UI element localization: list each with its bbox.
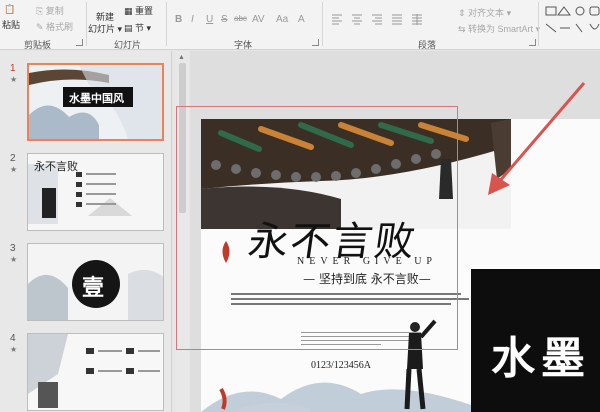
bold-icon[interactable]: B (175, 14, 182, 25)
paste-button[interactable]: 粘贴 (2, 18, 20, 31)
divider (322, 2, 323, 46)
slides-group-label: 幻灯片 (114, 40, 142, 50)
scroll-up-icon[interactable]: ▲ (178, 54, 185, 61)
new-slide-button[interactable]: 幻灯片 ▾ (88, 22, 122, 35)
font-color-icon[interactable]: A (298, 14, 305, 25)
slide-thumbnail-pane: 1 ★ 水墨中国风 2 ★ 永不言败 3 ★ 壹 4 ★ (0, 51, 172, 412)
slide-thumbnail-3[interactable]: 壹 (27, 243, 164, 321)
paragraph-align-icons[interactable] (330, 12, 460, 26)
font-launcher[interactable] (312, 39, 319, 46)
slide-number: 4 (10, 333, 16, 344)
reset-button[interactable]: ▦ 重置 (124, 4, 153, 17)
new-slide-label-2: 幻灯片 (88, 24, 116, 34)
section-label: 节 (135, 23, 145, 33)
copy-button[interactable]: ⎘ 复制 (36, 4, 64, 17)
format-painter-button[interactable]: ✎ 格式刷 (36, 20, 73, 33)
align-text-button[interactable]: ⇕ 对齐文本 ▾ (458, 6, 511, 19)
clipboard-group-label: 剪贴板 (24, 40, 52, 50)
selection-rectangle[interactable] (176, 106, 458, 350)
slide-thumbnail-4[interactable] (27, 333, 164, 411)
slide-thumbnail-1[interactable]: 水墨中国风 (27, 63, 164, 141)
convert-smartart-button[interactable]: ⇆ 转换为 SmartArt ▾ (458, 22, 540, 35)
slide-3-title: 壹 (82, 275, 105, 301)
shadow-icon[interactable]: S (221, 14, 228, 25)
convert-smartart-label: 转换为 SmartArt (468, 24, 534, 34)
slide-number: 3 (10, 243, 16, 254)
animation-star-icon: ★ (10, 75, 18, 84)
slide-4-preview (28, 334, 163, 410)
format-painter-label: 格式刷 (46, 22, 74, 32)
underline-icon[interactable]: U (206, 14, 213, 25)
paragraph-launcher[interactable] (529, 39, 536, 46)
animation-star-icon: ★ (10, 165, 18, 174)
shapes-gallery[interactable] (544, 4, 600, 38)
align-text-label: 对齐文本 (468, 8, 505, 18)
divider (166, 2, 167, 46)
strikethrough-icon[interactable]: abc (234, 14, 247, 23)
change-case-icon[interactable]: Aa (276, 14, 288, 25)
italic-icon[interactable]: I (191, 14, 194, 25)
clipboard-launcher[interactable] (76, 39, 83, 46)
annotation-arrow (488, 82, 586, 195)
slide-title-fragment: 水墨 (491, 333, 591, 384)
slide-1-title: 水墨中国风 (69, 92, 124, 105)
slide-2-title: 永不言败 (34, 160, 78, 173)
ribbon: 📋 粘贴 ⎘ 复制 ✎ 格式刷 剪贴板 新建 幻灯片 ▾ ▦ 重置 ▤ 节 ▾ … (0, 0, 600, 50)
reset-label: 重置 (135, 6, 154, 16)
animation-star-icon: ★ (10, 255, 18, 264)
copy-label: 复制 (45, 6, 64, 16)
divider (538, 2, 539, 46)
slide-number: 1 (10, 63, 16, 74)
section-button[interactable]: ▤ 节 ▾ (124, 21, 151, 34)
slide-thumbnail-2[interactable]: 永不言败 (27, 153, 164, 231)
paste-icon[interactable]: 📋 (4, 4, 15, 15)
divider (86, 2, 87, 46)
animation-star-icon: ★ (10, 345, 18, 354)
font-group-label: 字体 (234, 40, 253, 50)
slide-number: 2 (10, 153, 16, 164)
char-spacing-icon[interactable]: AV (252, 14, 265, 25)
paragraph-group-label: 段落 (418, 40, 437, 50)
